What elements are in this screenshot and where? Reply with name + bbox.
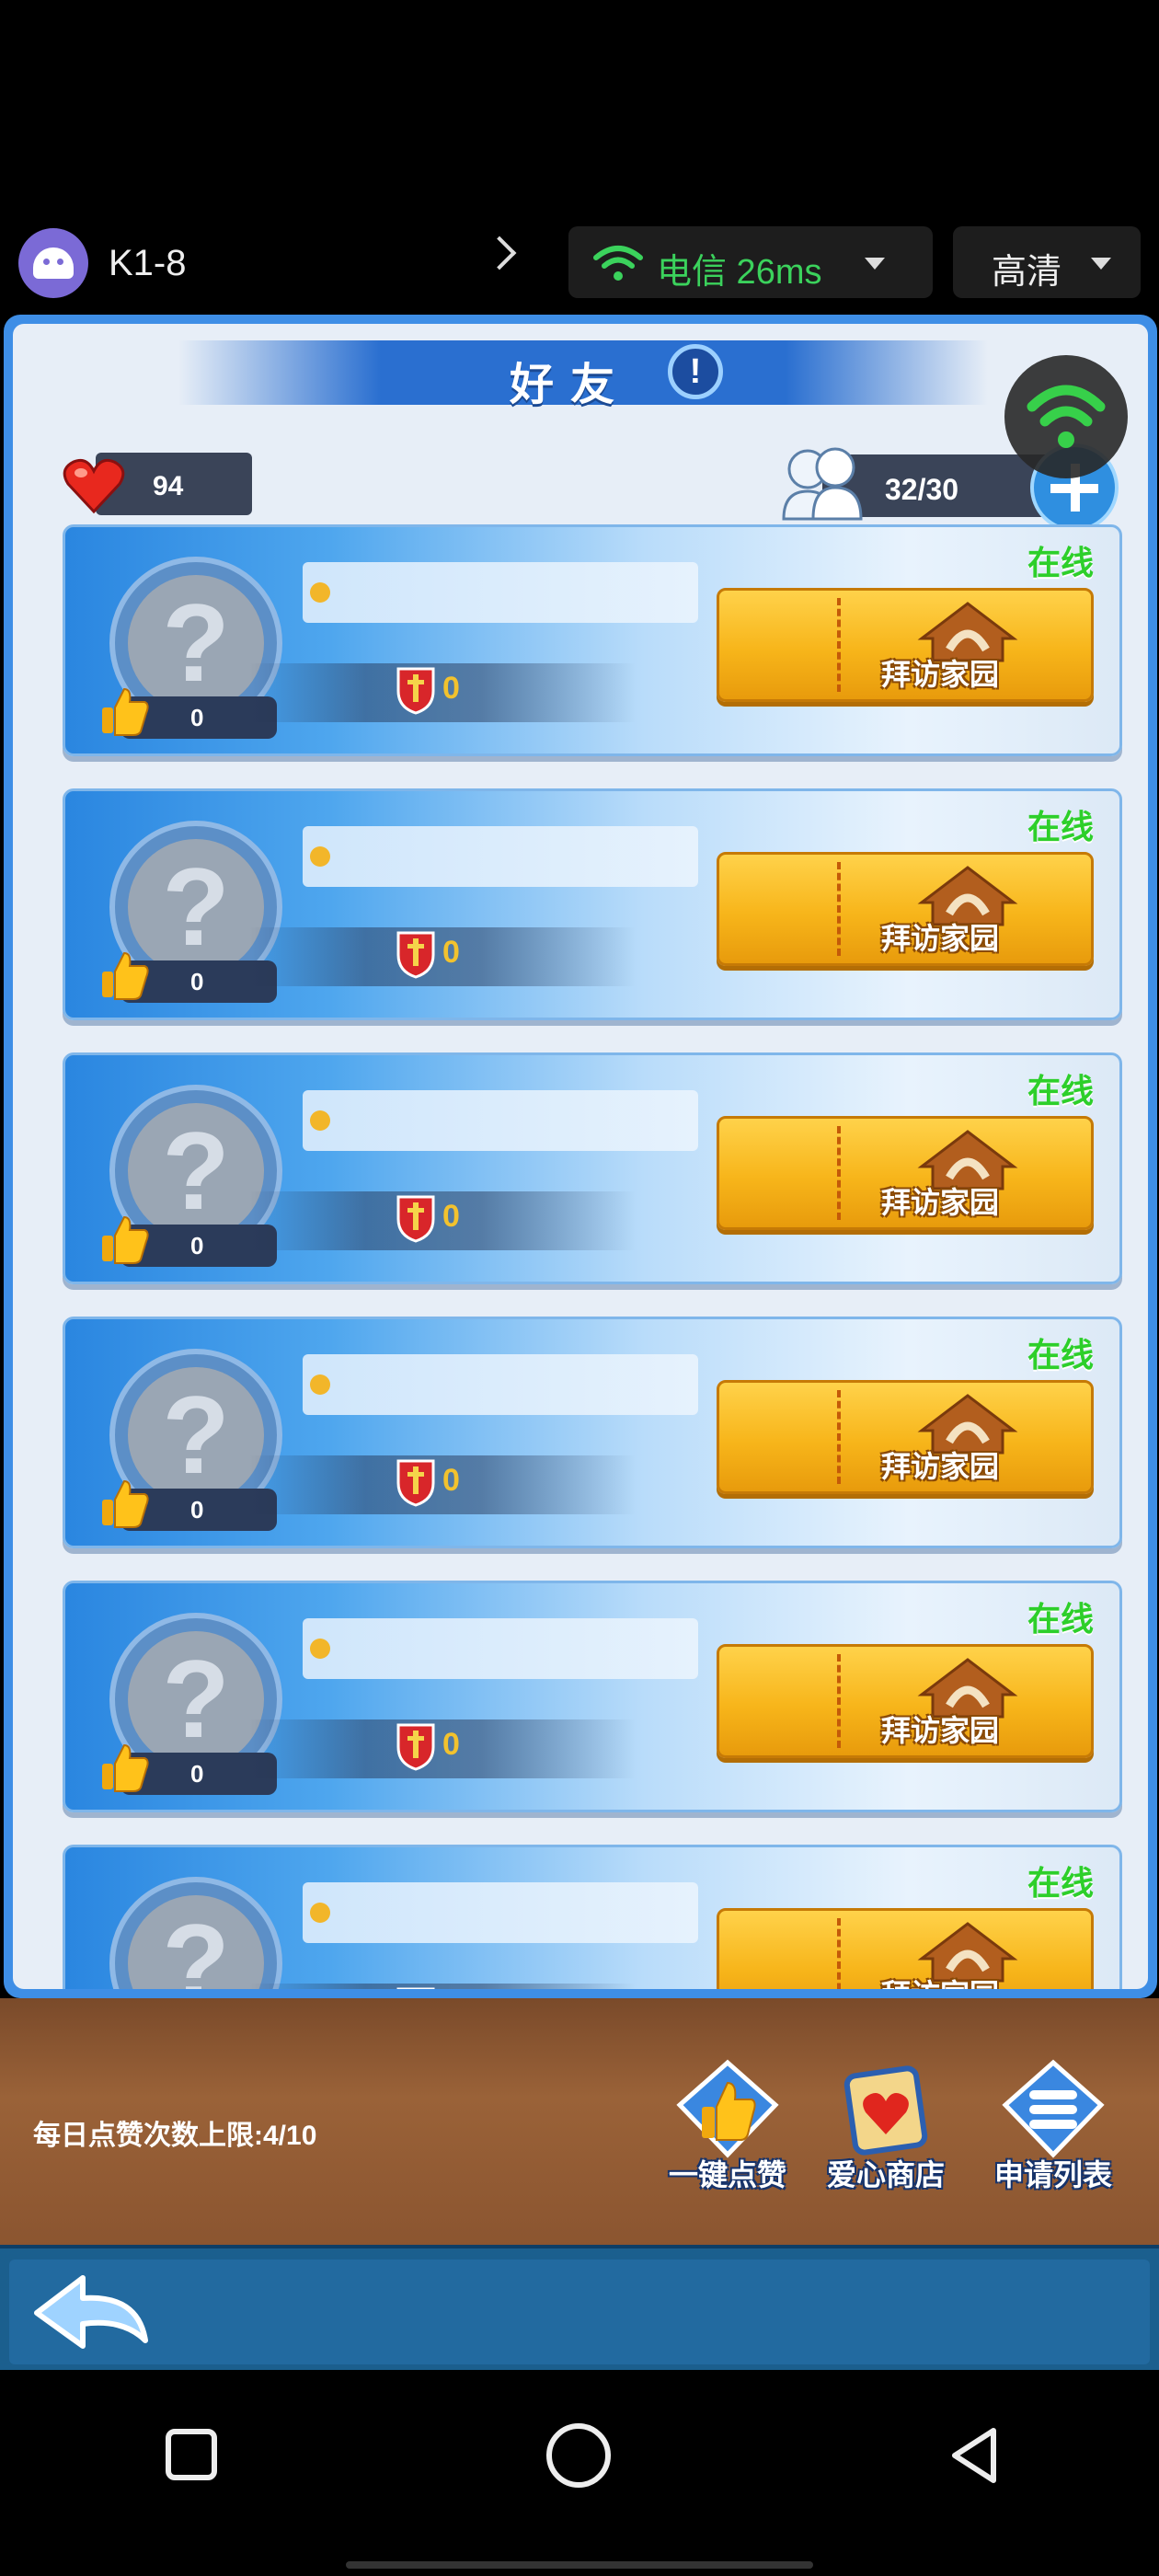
home-indicator <box>346 2561 813 2569</box>
online-status: 在线 <box>1027 1864 1094 1902</box>
visit-home-label: 拜访家园 <box>881 1186 1000 1219</box>
friend-name-field <box>303 1090 698 1151</box>
sword-shield-icon <box>396 931 435 979</box>
sword-shield-icon <box>396 1459 435 1507</box>
system-nav-bar <box>0 2370 1159 2576</box>
level-dot <box>310 1639 330 1659</box>
friend-name-field <box>303 1354 698 1415</box>
rank-value: 0 <box>442 935 460 970</box>
footer-bar: 每日点赞次数上限:4/10 一键点赞 爱心商店 申请列表 <box>0 1998 1159 2247</box>
friend-name-field <box>303 562 698 623</box>
friend-card: ? 0 0 在线 拜访家园 <box>63 788 1122 1020</box>
request-list-label: 申请列表 <box>993 2158 1112 2191</box>
online-status: 在线 <box>1027 544 1094 581</box>
visit-home-button[interactable]: 拜访家园 <box>717 588 1094 702</box>
like-count: 0 <box>190 1232 204 1259</box>
friends-panel: 好友 ! 94 32/30 ? 0 0 在线 拜访家园 ? 0 0 在线 拜访家… <box>4 315 1157 1998</box>
level-dot <box>310 1110 330 1131</box>
avatar[interactable]: ? <box>109 1877 282 1989</box>
network-selector[interactable]: 电信 26ms <box>568 226 933 298</box>
chevron-right-icon[interactable] <box>482 236 517 270</box>
like-count: 0 <box>190 1760 204 1788</box>
stream-top-bar: K1-8 电信 26ms 高清 <box>0 221 1159 304</box>
network-status: 电信 26ms <box>657 253 822 292</box>
heart-scroll-icon <box>843 2065 928 2156</box>
heart-shop-button[interactable]: 爱心商店 <box>808 2059 964 2194</box>
heart-icon <box>63 458 125 514</box>
visit-home-label: 拜访家园 <box>881 1714 1000 1747</box>
sword-shield-icon <box>396 1987 435 1989</box>
list-icon <box>1002 2059 1105 2158</box>
level-dot <box>310 1374 330 1395</box>
quality-selector[interactable]: 高清 <box>953 226 1141 298</box>
like-all-button[interactable]: 一键点赞 <box>649 2059 806 2194</box>
sword-shield-icon <box>396 1195 435 1243</box>
level-dot <box>310 846 330 867</box>
friend-card: ? 0 0 在线 拜访家园 <box>63 1581 1122 1812</box>
friend-card: ? 0 0 在线 拜访家园 <box>63 1845 1122 1989</box>
quality-label: 高清 <box>992 253 1062 292</box>
chevron-down-icon <box>865 258 885 270</box>
level-dot <box>310 582 330 603</box>
visit-home-label: 拜访家园 <box>881 658 1000 691</box>
sword-shield-icon <box>396 1723 435 1771</box>
online-status: 在线 <box>1027 1600 1094 1638</box>
visit-home-label: 拜访家园 <box>881 922 1000 955</box>
heart-shop-label: 爱心商店 <box>826 2158 945 2191</box>
friend-list[interactable]: ? 0 0 在线 拜访家园 ? 0 0 在线 拜访家园 ? 0 0 在线 拜访家… <box>50 524 1135 1989</box>
friend-card: ? 0 0 在线 拜访家园 <box>63 524 1122 756</box>
info-icon[interactable]: ! <box>668 344 723 399</box>
wifi-icon <box>1027 385 1106 448</box>
back-button[interactable] <box>942 2423 1006 2488</box>
thumbs-up-icon <box>102 1743 149 1792</box>
bottom-game-strip <box>0 2245 1159 2374</box>
visit-home-label: 拜访家园 <box>881 1972 999 1989</box>
friend-name-field <box>303 1618 698 1679</box>
like-count: 0 <box>190 704 204 731</box>
android-app-icon[interactable] <box>18 228 88 298</box>
level-dot <box>310 1903 330 1923</box>
back-arrow-icon[interactable] <box>28 2267 156 2359</box>
friends-icon <box>782 447 863 521</box>
rank-value: 0 <box>442 1463 460 1498</box>
request-list-button[interactable]: 申请列表 <box>975 2059 1131 2194</box>
rank-value: 0 <box>442 1199 460 1234</box>
thumbs-up-icon <box>676 2059 779 2158</box>
like-count: 0 <box>190 1496 204 1524</box>
online-status: 在线 <box>1027 1336 1094 1374</box>
sword-shield-icon <box>396 667 435 715</box>
network-overlay-button[interactable] <box>1004 355 1128 478</box>
thumbs-up-icon <box>102 687 149 736</box>
daily-like-limit: 每日点赞次数上限:4/10 <box>33 2121 317 2151</box>
visit-home-button[interactable]: 拜访家园 <box>717 1908 1094 1989</box>
friend-name-field <box>303 1882 698 1943</box>
online-status: 在线 <box>1027 808 1094 845</box>
friend-card: ? 0 0 在线 拜访家园 <box>63 1052 1122 1284</box>
friend-count: 32/30 <box>885 473 959 506</box>
like-count: 0 <box>190 968 204 995</box>
thumbs-up-icon <box>102 951 149 1000</box>
visit-home-button[interactable]: 拜访家园 <box>717 1644 1094 1758</box>
wifi-icon <box>593 246 643 281</box>
chevron-down-icon <box>1091 258 1111 270</box>
rank-strip <box>249 1984 636 1989</box>
online-status: 在线 <box>1027 1072 1094 1110</box>
thumbs-up-icon <box>102 1215 149 1264</box>
visit-home-label: 拜访家园 <box>881 1450 1000 1483</box>
device-name[interactable]: K1-8 <box>109 243 187 284</box>
unknown-avatar-icon: ? <box>128 1895 264 1989</box>
panel-title: 好友 <box>510 361 632 409</box>
friend-card: ? 0 0 在线 拜访家园 <box>63 1317 1122 1548</box>
hearts-count: 94 <box>153 471 184 501</box>
home-button[interactable] <box>546 2423 611 2488</box>
rank-value: 0 <box>442 671 460 706</box>
like-all-label: 一键点赞 <box>668 2158 786 2191</box>
visit-home-button[interactable]: 拜访家园 <box>717 1380 1094 1494</box>
recents-button[interactable] <box>166 2429 217 2480</box>
friend-name-field <box>303 826 698 887</box>
visit-home-button[interactable]: 拜访家园 <box>717 852 1094 966</box>
thumbs-up-icon <box>102 1479 149 1528</box>
visit-home-button[interactable]: 拜访家园 <box>717 1116 1094 1230</box>
rank-value: 0 <box>442 1727 460 1762</box>
